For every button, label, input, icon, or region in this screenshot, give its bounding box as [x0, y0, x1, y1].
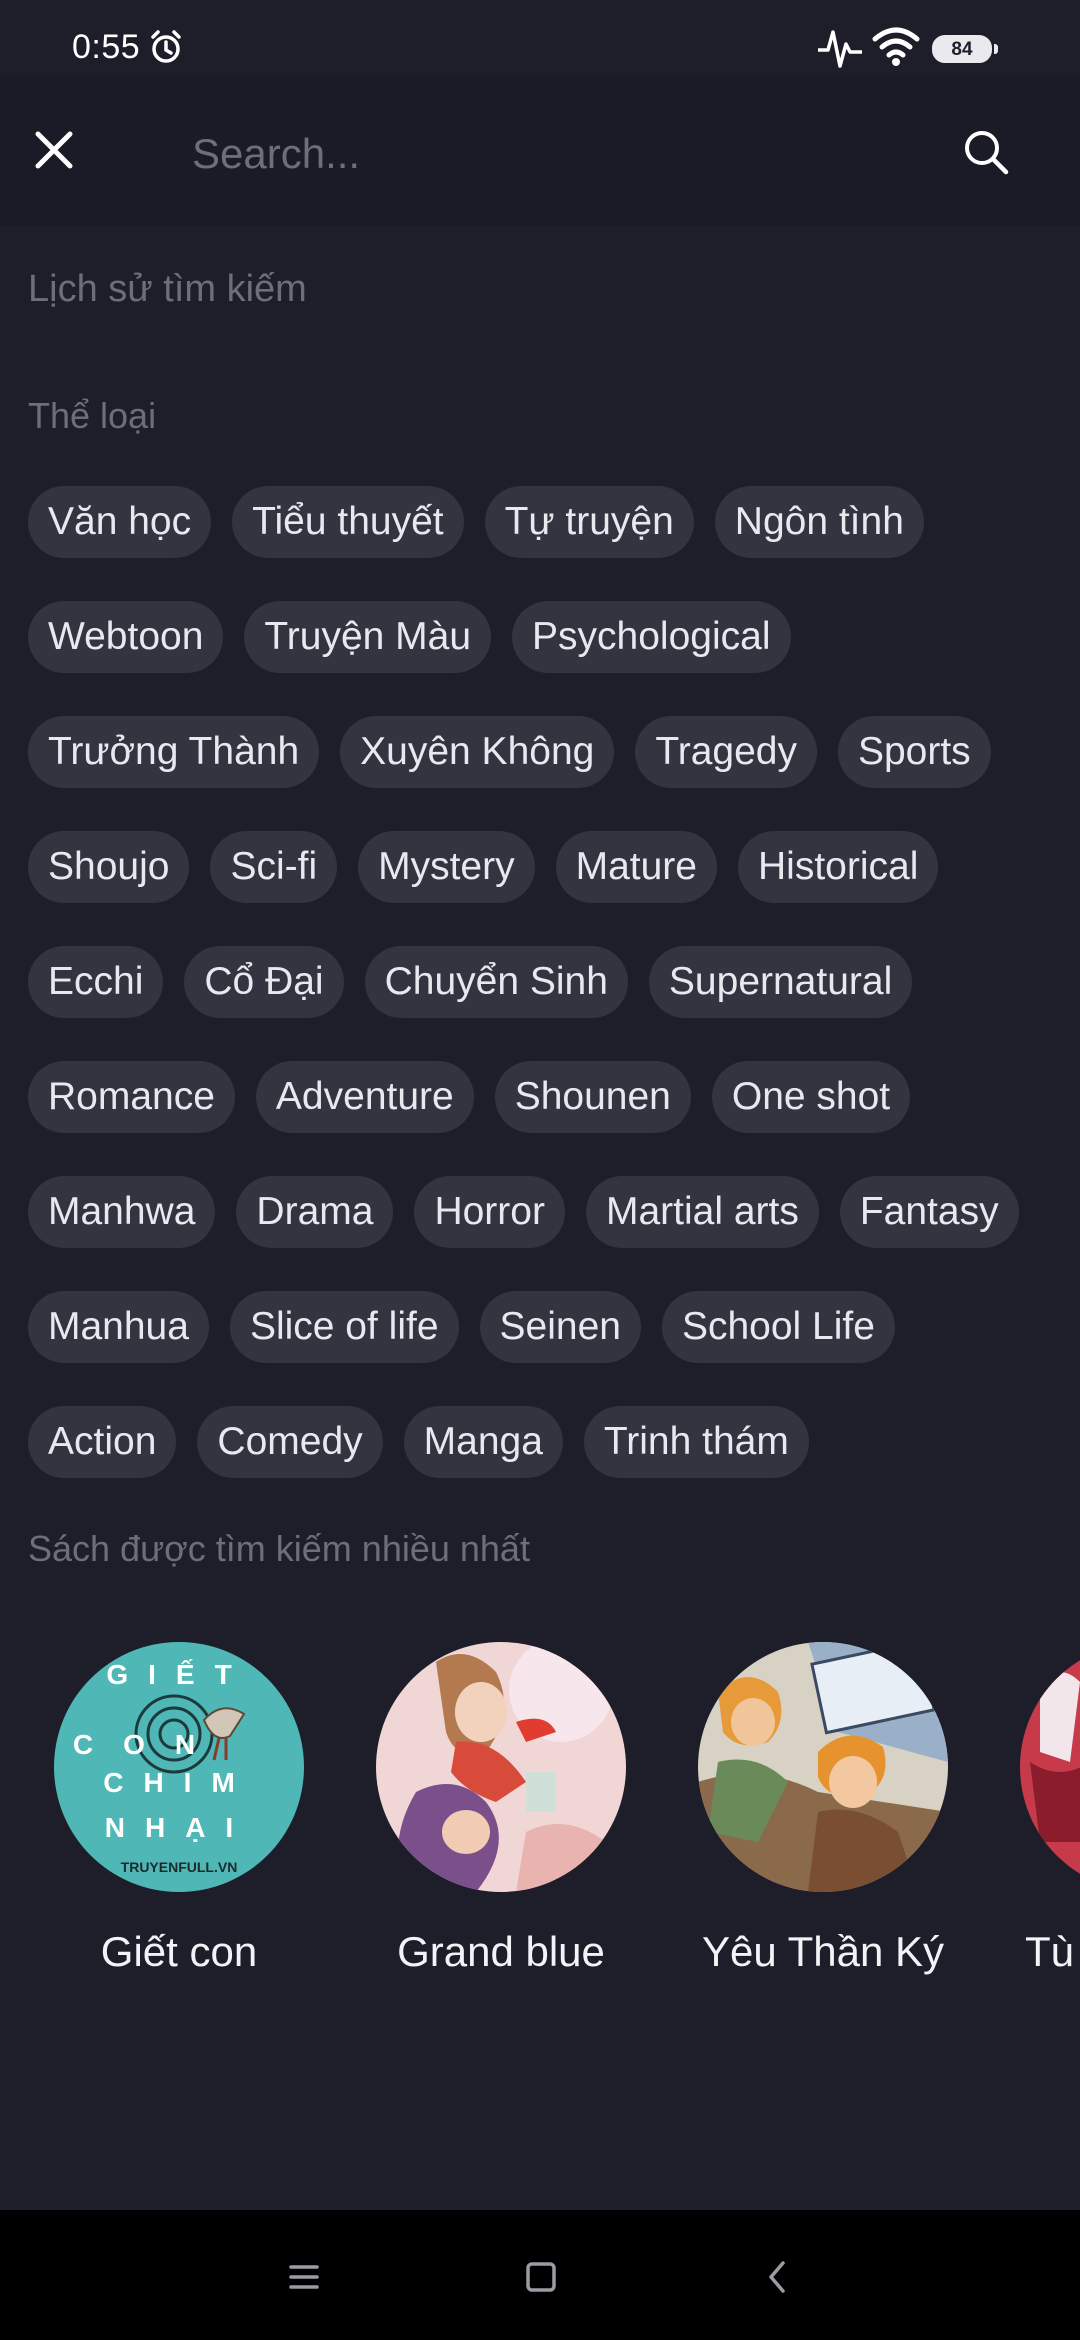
genre-chip[interactable]: Xuyên Không	[340, 716, 615, 788]
wifi-icon	[872, 27, 920, 66]
pulse-icon	[818, 30, 862, 68]
status-bar: 0:55 84	[0, 0, 1080, 76]
genre-chip[interactable]: Shoujo	[28, 831, 190, 903]
genre-chip[interactable]: Webtoon	[28, 601, 224, 673]
genre-chip[interactable]: Tự truyện	[484, 486, 694, 558]
popular-books-label: Sách được tìm kiếm nhiều nhất	[28, 1528, 530, 1569]
genre-chip[interactable]: Trưởng Thành	[28, 716, 320, 788]
genre-chip[interactable]: Truyện Màu	[244, 601, 492, 673]
system-nav-bar	[0, 2210, 1080, 2340]
genre-chip[interactable]: Sports	[837, 716, 991, 788]
book-cover: GIẾT CON CHIM NHẠI TRUYENFULL.VN	[54, 1642, 304, 1892]
genre-chip[interactable]: Horror	[414, 1176, 565, 1248]
book-item[interactable]: Tù	[995, 1642, 1080, 1976]
book-cover	[1020, 1642, 1080, 1892]
book-title: Yêu Thần Ký	[701, 1928, 945, 1975]
genre-chip[interactable]: Seinen	[479, 1291, 641, 1363]
genre-chip[interactable]: Manhwa	[28, 1176, 216, 1248]
svg-text:CHIM: CHIM	[103, 1767, 255, 1798]
genre-chip[interactable]: One shot	[711, 1061, 911, 1133]
genre-chip[interactable]: Sci-fi	[210, 831, 338, 903]
genre-chip[interactable]: Psychological	[512, 601, 791, 673]
genre-chip[interactable]: Drama	[236, 1176, 394, 1248]
genre-chip[interactable]: Mystery	[358, 831, 535, 903]
genre-chip[interactable]: Shounen	[494, 1061, 691, 1133]
genre-chip[interactable]: Supernatural	[648, 946, 913, 1018]
back-icon[interactable]	[753, 2252, 803, 2302]
genre-chip[interactable]: Manhua	[28, 1291, 209, 1363]
genre-chip[interactable]: Adventure	[255, 1061, 474, 1133]
svg-text:CON: CON	[73, 1729, 225, 1760]
search-icon[interactable]	[960, 126, 1012, 178]
genre-chip[interactable]: Romance	[28, 1061, 235, 1133]
svg-text:GIẾT: GIẾT	[106, 1659, 251, 1690]
genre-chip[interactable]: Martial arts	[585, 1176, 819, 1248]
book-title: Tù	[1025, 1928, 1075, 1975]
genre-chip[interactable]: Chuyển Sinh	[364, 946, 628, 1018]
genre-chip[interactable]: Historical	[738, 831, 939, 903]
search-history-label: Lịch sử tìm kiếm	[28, 268, 307, 310]
svg-text:TRUYENFULL.VN: TRUYENFULL.VN	[121, 1859, 238, 1875]
book-title: Grand blue	[397, 1928, 605, 1975]
genre-chip[interactable]: Trinh thám	[583, 1406, 809, 1478]
genre-chip-list: Văn học Tiểu thuyết Tự truyện Ngôn tình Webt…	[28, 486, 1058, 1478]
battery-tip	[994, 44, 998, 54]
genre-chip[interactable]: Cổ Đại	[184, 946, 344, 1018]
close-icon[interactable]	[30, 126, 78, 174]
menu-icon[interactable]	[279, 2252, 329, 2302]
search-input[interactable]	[190, 118, 914, 190]
genre-chip[interactable]: Ngôn tình	[714, 486, 924, 558]
genre-chip[interactable]: Action	[28, 1406, 177, 1478]
book-cover	[376, 1642, 626, 1892]
status-time: 0:55	[72, 28, 141, 66]
genre-chip[interactable]: Văn học	[28, 486, 212, 558]
battery-level: 84	[932, 35, 992, 63]
genre-chip[interactable]: School Life	[661, 1291, 895, 1363]
genre-chip[interactable]: Slice of life	[229, 1291, 459, 1363]
book-cover	[698, 1642, 948, 1892]
battery-icon: 84	[932, 35, 998, 63]
popular-books-rail[interactable]: GIẾT CON CHIM NHẠI TRUYENFULL.VN Giết co…	[0, 1642, 1080, 2002]
genre-chip[interactable]: Tragedy	[635, 716, 817, 788]
book-item[interactable]: Yêu Thần Ký	[673, 1642, 973, 1976]
genre-chip[interactable]: Manga	[403, 1406, 563, 1478]
book-item[interactable]: GIẾT CON CHIM NHẠI TRUYENFULL.VN Giết co…	[29, 1642, 329, 1976]
genre-chip[interactable]: Comedy	[197, 1406, 383, 1478]
genre-chip[interactable]: Fantasy	[839, 1176, 1019, 1248]
book-title: Giết con	[100, 1928, 258, 1975]
book-item[interactable]: Grand blue	[351, 1642, 651, 1976]
genre-chip[interactable]: Mature	[555, 831, 717, 903]
home-icon[interactable]	[516, 2252, 566, 2302]
alarm-icon	[151, 30, 181, 63]
svg-text:NHẠI: NHẠI	[105, 1812, 253, 1843]
genre-chip[interactable]: Ecchi	[28, 946, 164, 1018]
search-bar	[0, 76, 1080, 226]
genre-section-label: Thể loại	[28, 395, 157, 436]
genre-chip[interactable]: Tiểu thuyết	[232, 486, 464, 558]
